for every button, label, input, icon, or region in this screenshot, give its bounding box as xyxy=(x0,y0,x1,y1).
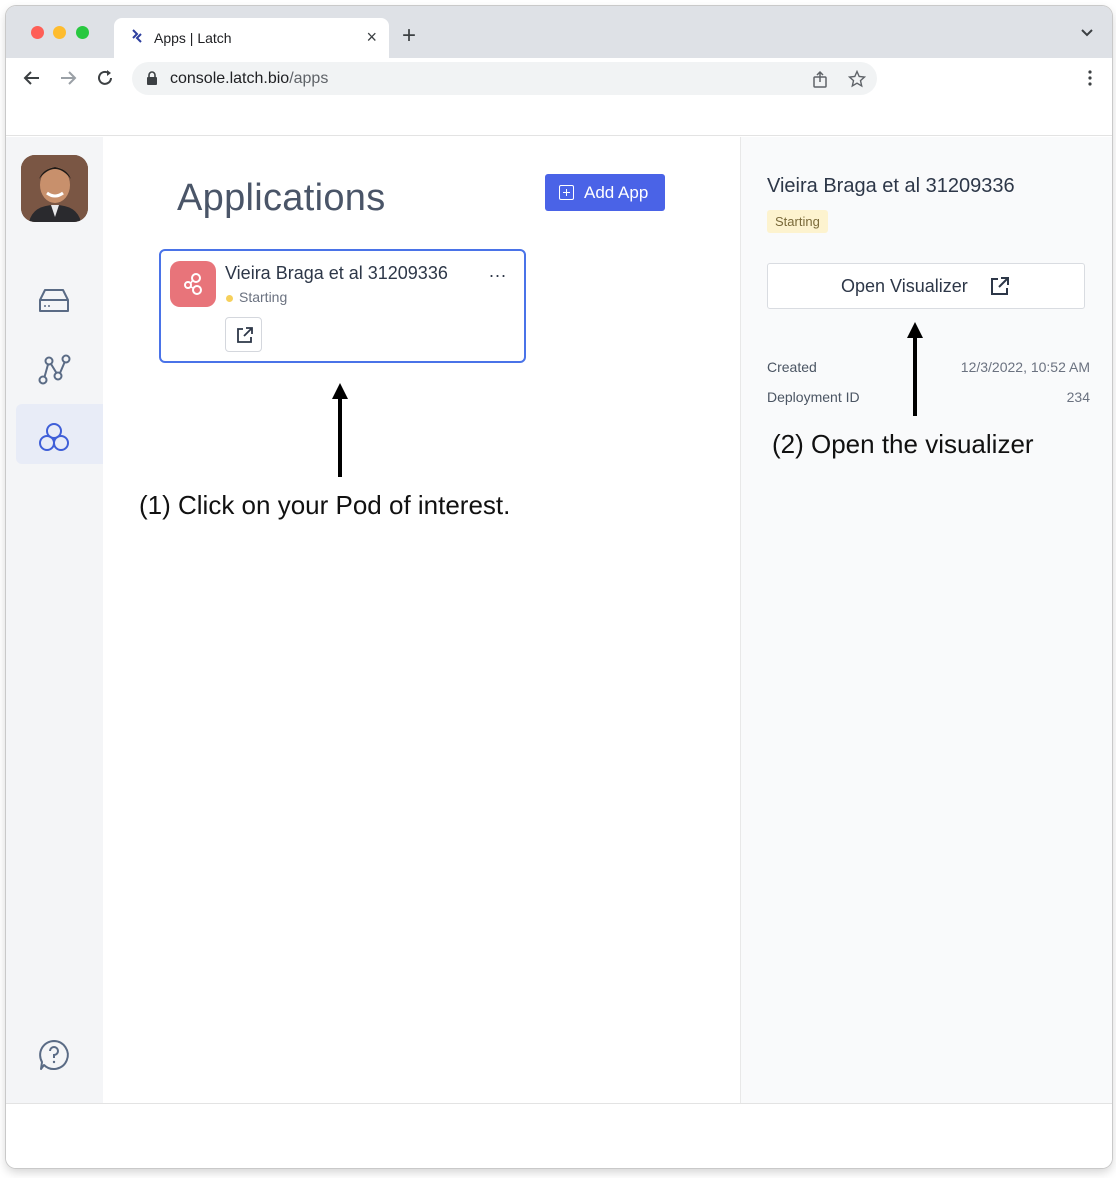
minimize-window-button[interactable] xyxy=(53,26,66,39)
created-value: 12/3/2022, 10:52 AM xyxy=(960,359,1090,375)
maximize-window-button[interactable] xyxy=(76,26,89,39)
arrow-to-visualizer xyxy=(907,322,923,416)
external-link-icon xyxy=(991,277,1009,295)
help-icon[interactable] xyxy=(35,1036,73,1074)
add-app-button[interactable]: Add App xyxy=(545,174,665,211)
open-visualizer-label: Open Visualizer xyxy=(841,276,968,296)
star-icon[interactable] xyxy=(848,70,866,88)
arrow-to-card xyxy=(332,383,348,477)
tab-apps[interactable]: Apps | Latch × xyxy=(114,18,389,58)
external-link-icon xyxy=(237,327,253,343)
plus-square-icon xyxy=(559,185,574,200)
forward-icon[interactable] xyxy=(58,68,78,88)
menu-icon[interactable] xyxy=(1088,70,1092,86)
sidebar xyxy=(6,137,103,1103)
drive-icon[interactable] xyxy=(35,282,73,320)
url-text: console.latch.bio/apps xyxy=(170,70,329,87)
annotation-step-2: (2) Open the visualizer xyxy=(772,429,1034,459)
close-tab-icon[interactable]: × xyxy=(366,27,377,47)
open-visualizer-button[interactable]: Open Visualizer xyxy=(767,263,1085,309)
page-title: Applications xyxy=(177,177,386,219)
pod-icon xyxy=(170,261,216,307)
status-badge: Starting xyxy=(767,210,828,233)
bookmark-bar xyxy=(6,98,1112,136)
latch-logo-icon xyxy=(132,29,142,43)
browser-window: Apps | Latch × + console.latch.bio/apps xyxy=(6,6,1112,1168)
new-tab-button[interactable]: + xyxy=(402,24,416,48)
chevron-down-icon[interactable] xyxy=(1080,28,1094,38)
reload-icon[interactable] xyxy=(95,68,115,88)
tab-strip: Apps | Latch × + xyxy=(6,6,1112,58)
app-card[interactable]: Vieira Braga et al 31209336 ... Starting xyxy=(159,249,526,363)
address-bar[interactable]: console.latch.bio/apps xyxy=(132,62,877,95)
graph-icon[interactable] xyxy=(35,351,73,389)
browser-toolbar: console.latch.bio/apps xyxy=(6,58,1112,98)
created-label: Created xyxy=(767,359,817,375)
card-title: Vieira Braga et al 31209336 xyxy=(225,263,448,283)
deployment-id-label: Deployment ID xyxy=(767,389,860,405)
status-dot xyxy=(226,295,233,302)
detail-title: Vieira Braga et al 31209336 xyxy=(767,175,1015,197)
more-options-icon[interactable]: ... xyxy=(489,261,507,282)
share-icon[interactable] xyxy=(811,70,829,88)
add-app-label: Add App xyxy=(584,183,649,202)
open-app-button[interactable] xyxy=(225,317,262,352)
latch-console-page: Applications Add App Vieira Braga et al … xyxy=(6,137,1112,1103)
main-content: Applications Add App Vieira Braga et al … xyxy=(103,137,740,1103)
annotation-step-1: (1) Click on your Pod of interest. xyxy=(139,490,511,520)
detail-panel: Vieira Braga et al 31209336 Starting Ope… xyxy=(740,137,1112,1103)
lock-icon xyxy=(147,71,157,85)
card-status: Starting xyxy=(239,289,288,305)
deployment-id-value: 234 xyxy=(1066,389,1090,405)
footer-bar xyxy=(6,1103,1112,1168)
close-window-button[interactable] xyxy=(31,26,44,39)
apps-hexagon-icon[interactable] xyxy=(35,419,73,457)
tab-title: Apps | Latch xyxy=(154,30,232,46)
avatar[interactable] xyxy=(21,155,88,222)
avatar-image xyxy=(21,155,88,222)
back-icon[interactable] xyxy=(22,68,42,88)
